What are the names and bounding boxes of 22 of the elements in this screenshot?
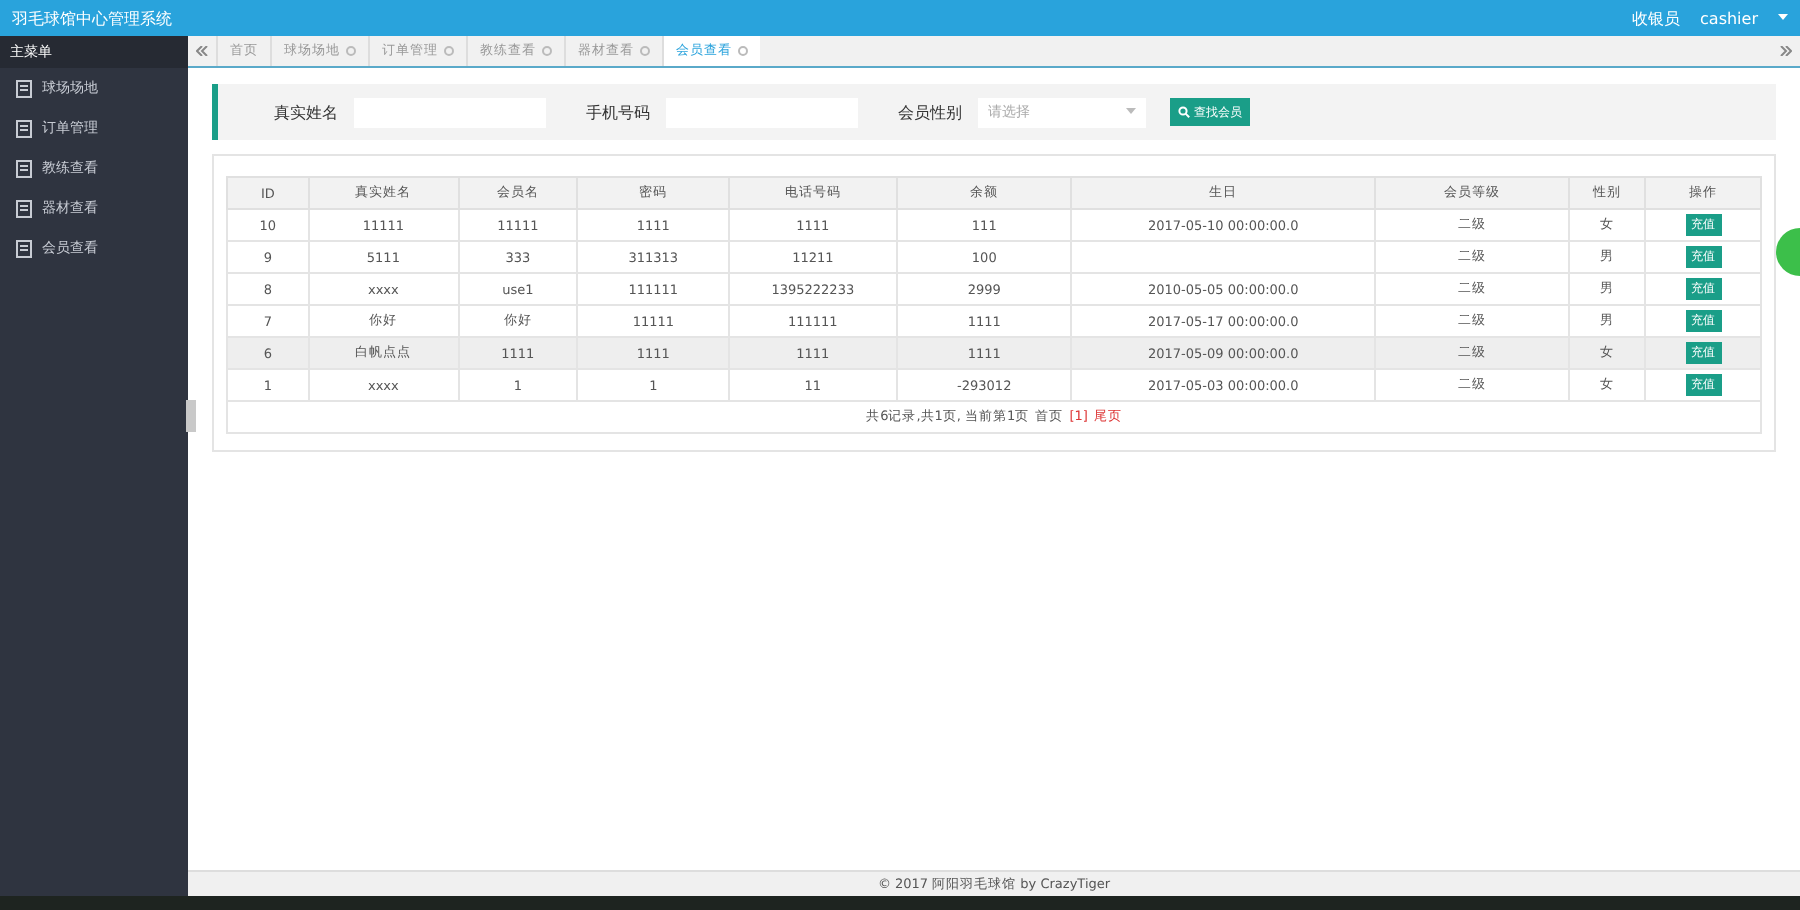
collapse-handle[interactable] xyxy=(186,400,196,432)
double-right-chevron-icon xyxy=(1780,46,1792,56)
document-icon xyxy=(16,199,32,217)
double-left-chevron-icon xyxy=(196,46,208,56)
field-label: 真实姓名 xyxy=(274,101,338,123)
document-icon xyxy=(16,239,32,257)
field-label: 手机号码 xyxy=(586,101,650,123)
close-icon[interactable] xyxy=(738,46,748,56)
app-title: 羽毛球馆中心管理系统 xyxy=(12,7,172,29)
document-icon xyxy=(16,119,32,137)
document-icon xyxy=(16,79,32,97)
document-icon xyxy=(16,159,32,177)
search-icon xyxy=(1178,106,1190,118)
caret-icon xyxy=(1126,108,1136,116)
close-icon[interactable] xyxy=(444,46,454,56)
caret-icon[interactable] xyxy=(1778,14,1788,22)
close-icon[interactable] xyxy=(346,46,356,56)
close-icon[interactable] xyxy=(640,46,650,56)
user-role: 收银员 xyxy=(1632,7,1681,29)
user-menu[interactable]: cashier xyxy=(1700,9,1758,27)
close-icon[interactable] xyxy=(542,46,552,56)
field-label: 会员性别 xyxy=(898,101,962,123)
